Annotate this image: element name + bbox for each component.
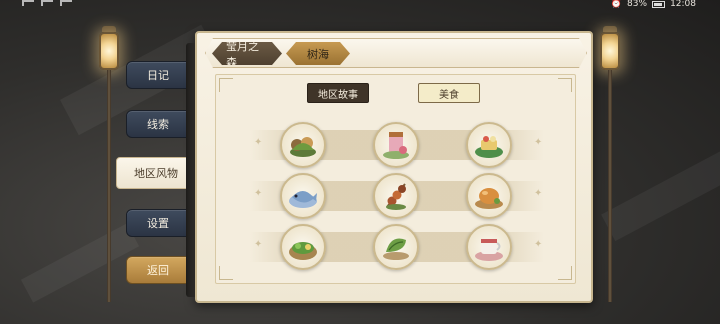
status-right: ⏰ 83% 12:08 — [610, 0, 696, 9]
corner-ornament — [558, 78, 572, 92]
signal-icon — [22, 0, 34, 6]
food-item-leaf-wrapped[interactable] — [373, 224, 419, 270]
alarm-icon: ⏰ — [610, 0, 623, 9]
food-item-roast-chicken[interactable] — [466, 173, 512, 219]
corner-ornament — [219, 78, 233, 92]
lantern-light — [600, 32, 620, 70]
signal-icon — [41, 0, 53, 6]
sparkle-icon: ✦ — [254, 239, 263, 250]
battery-text: 83% — [627, 0, 648, 9]
lantern-pole — [608, 70, 612, 302]
menu-tab-diary[interactable]: 日记 — [126, 61, 190, 89]
back-button[interactable]: 返回 — [126, 256, 190, 284]
food-item-herb-bundle[interactable] — [280, 122, 326, 168]
leaf-cake-dish-icon — [475, 136, 503, 158]
leaf-wrapped-dish-icon — [383, 238, 409, 260]
tea-cup-dish-icon — [475, 239, 503, 261]
tab-region-stories[interactable]: 地区故事 — [307, 83, 369, 103]
sparkle-icon: ✦ — [534, 137, 543, 148]
sparkle-icon: ✦ — [534, 239, 543, 250]
sparkle-icon: ✦ — [254, 188, 263, 199]
food-item-leaf-cake[interactable] — [466, 122, 512, 168]
sparkle-icon: ✦ — [254, 137, 263, 148]
region-tab-moonlit-forest[interactable]: 莹月之森 — [212, 42, 282, 65]
status-bar: ⏰ 83% 12:08 — [0, 0, 720, 10]
region-tab-tree-sea[interactable]: 树海 — [286, 42, 350, 65]
meat-skewer-dish-icon — [386, 183, 406, 210]
battery-icon — [652, 0, 666, 8]
lantern-pole — [107, 70, 111, 302]
food-item-jam-jar[interactable] — [373, 122, 419, 168]
clock: 12:08 — [670, 0, 696, 9]
food-item-green-salad[interactable] — [280, 224, 326, 270]
corner-ornament — [219, 266, 233, 280]
green-salad-dish-icon — [289, 242, 317, 260]
food-item-tea-cup[interactable] — [466, 224, 512, 270]
sparkle-icon: ✦ — [534, 188, 543, 199]
fish-plate-dish-icon — [289, 191, 317, 208]
herb-bundle-dish-icon — [290, 137, 316, 157]
menu-tab-settings[interactable]: 设置 — [126, 209, 190, 237]
menu-tab-clues[interactable]: 线索 — [126, 110, 190, 138]
wifi-icon — [60, 0, 72, 6]
food-item-meat-skewer[interactable] — [373, 173, 419, 219]
tab-cuisine[interactable]: 美食 — [418, 83, 480, 103]
roast-chicken-dish-icon — [475, 188, 503, 209]
background-streak — [20, 223, 140, 303]
right-lantern — [600, 26, 620, 302]
corner-ornament — [558, 266, 572, 280]
lantern-light — [99, 32, 119, 70]
jam-jar-dish-icon — [383, 132, 409, 159]
food-item-fish-plate[interactable] — [280, 173, 326, 219]
menu-tab-local-customs[interactable]: 地区风物 — [116, 157, 196, 189]
status-left-icons — [22, 0, 72, 6]
